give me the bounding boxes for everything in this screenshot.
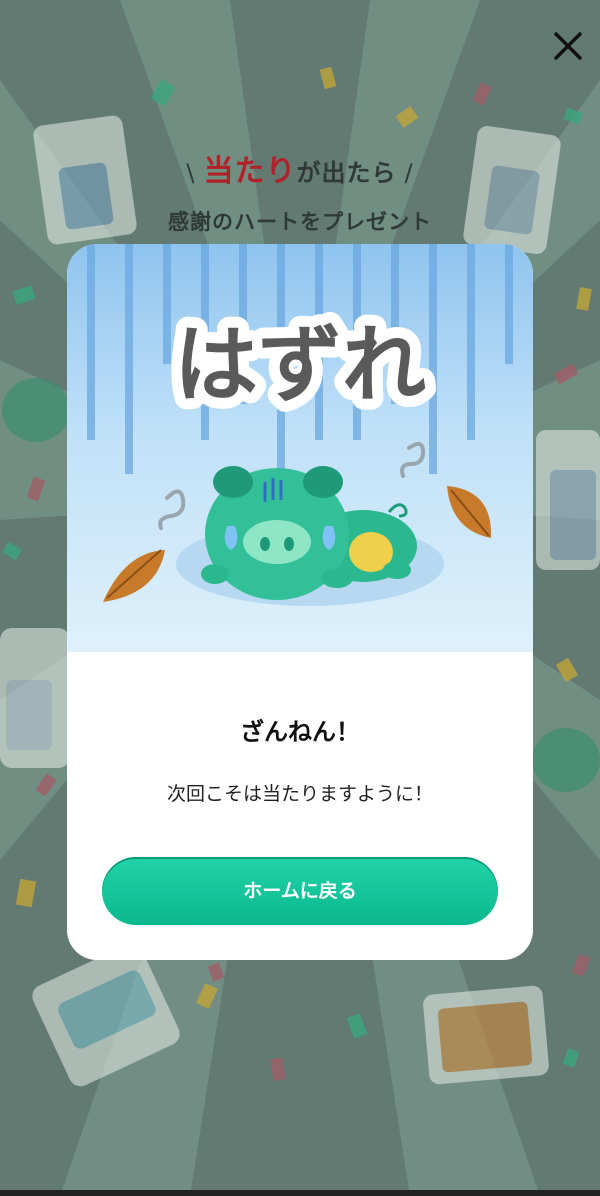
headline-slash-right: / — [404, 159, 414, 187]
close-button[interactable] — [548, 26, 588, 66]
bottom-edge — [0, 1190, 600, 1196]
headline-tail: が出たら — [296, 159, 397, 187]
result-title: ざんねん！ — [240, 718, 360, 746]
home-button[interactable]: ホームに戻る — [102, 857, 498, 925]
result-modal: はずれ はずれ — [67, 244, 533, 960]
close-icon — [554, 32, 582, 60]
miss-illustration: はずれ はずれ — [67, 244, 533, 652]
promo-headline: \ 当たりが出たら / — [0, 146, 600, 190]
headline-hit-word: 当たり — [203, 154, 297, 189]
headline-slash-left: \ — [186, 159, 196, 187]
miss-badge-text: はずれ はずれ — [163, 305, 437, 425]
result-message: 次回こそは当たりますように！ — [166, 783, 433, 805]
svg-text:はずれ: はずれ — [174, 316, 426, 414]
promo-subline: 感謝のハートをプレゼント — [168, 210, 432, 234]
